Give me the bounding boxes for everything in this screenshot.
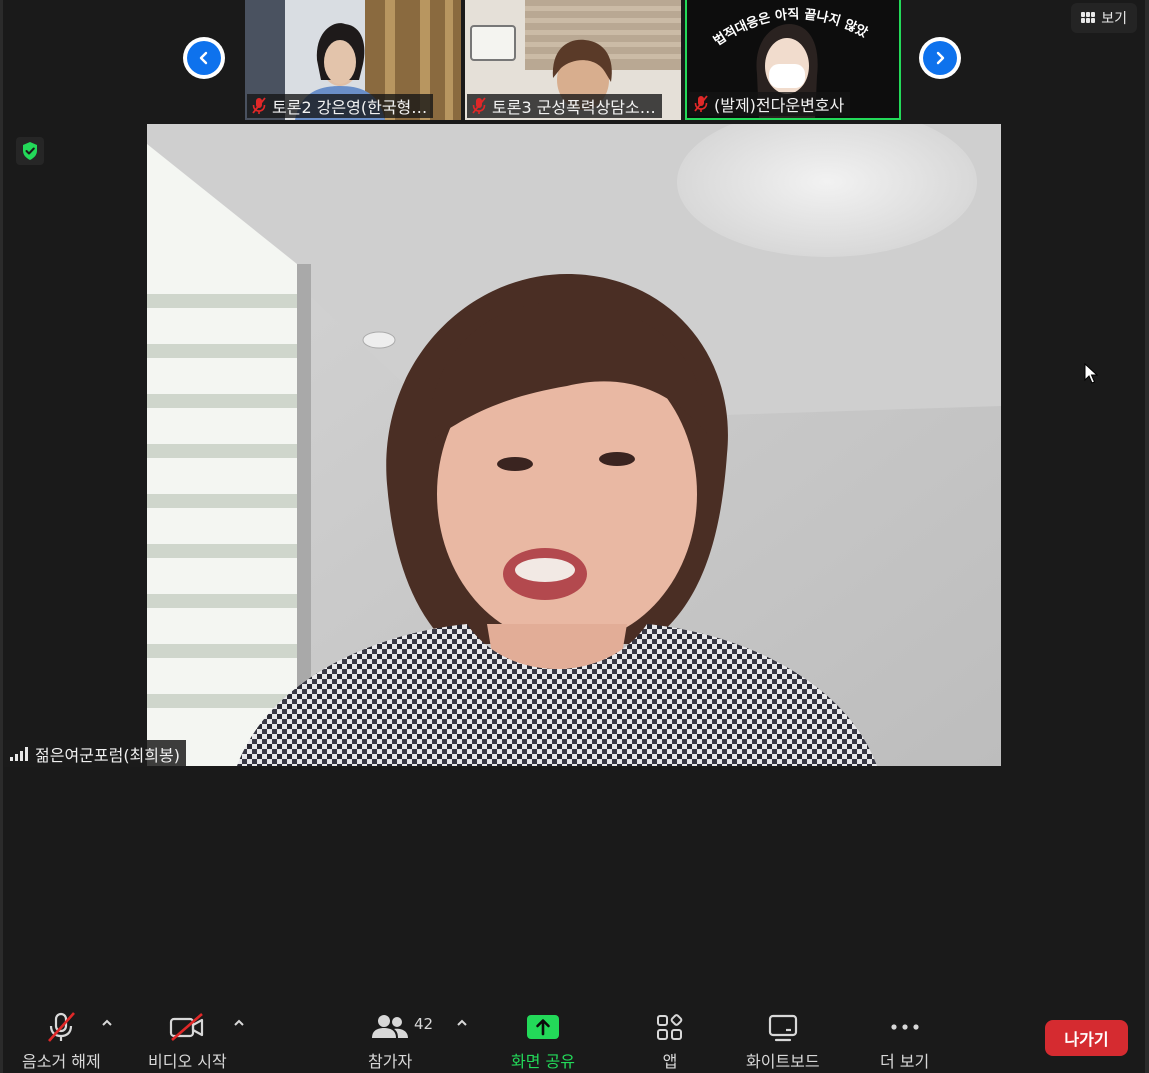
muted-mic-icon [472, 97, 486, 114]
main-speaker-video[interactable] [147, 124, 1001, 766]
participant-name: (발제)전다운변호사 [714, 96, 845, 115]
caret-up-icon[interactable] [100, 1018, 114, 1028]
participants-button[interactable]: 참가자 [368, 1010, 412, 1072]
next-page-button[interactable] [919, 37, 961, 79]
start-video-button[interactable]: 비디오 시작 [148, 1010, 227, 1072]
participant-name-label: 토론3 군성폭력상담소… [467, 94, 662, 118]
participant-thumbnail-active[interactable]: 법적대응은 아직 끝나지 않았다 (발제)전다운변호사 [685, 0, 901, 120]
unmute-label: 음소거 해제 [22, 1052, 101, 1071]
grid-icon [1081, 12, 1096, 24]
caret-up-icon[interactable] [232, 1018, 246, 1028]
cursor-icon [1084, 363, 1098, 384]
unmute-button[interactable]: 음소거 해제 [22, 1010, 101, 1072]
participants-icon [372, 1015, 409, 1038]
participant-name: 토론2 강은영(한국형… [272, 98, 428, 117]
share-screen-icon [526, 1015, 559, 1039]
whiteboard-icon [768, 1014, 797, 1042]
participant-thumbnail[interactable]: 토론3 군성폭력상담소… [465, 0, 681, 120]
muted-mic-icon [694, 95, 708, 112]
speaker-video-frame [147, 124, 1001, 766]
shield-icon[interactable] [16, 137, 44, 165]
window-frame-right [1145, 0, 1149, 1073]
leave-button[interactable]: 나가기 [1045, 1020, 1128, 1056]
view-button[interactable]: 보기 [1071, 3, 1137, 33]
chevron-left-icon [199, 51, 208, 65]
signal-icon [10, 746, 28, 761]
more-button[interactable]: 더 보기 [880, 1010, 929, 1072]
apps-label: 앱 [662, 1052, 678, 1071]
window-frame-left [0, 0, 3, 1073]
participants-label: 참가자 [368, 1052, 413, 1071]
participants-count: 42 [414, 1015, 434, 1033]
speaker-name-tag: 젊은여군포럼(최희봉) [4, 740, 186, 767]
caret-up-icon[interactable] [455, 1018, 469, 1028]
participant-name: 토론3 군성폭력상담소… [492, 98, 656, 117]
view-button-label: 보기 [1101, 11, 1127, 27]
mic-off-icon [48, 1012, 76, 1042]
chevron-right-icon [936, 51, 945, 65]
participant-thumbnail[interactable]: 토론2 강은영(한국형… [245, 0, 461, 120]
meeting-toolbar: 음소거 해제 비디오 시작 참가자 42 화면 공유 앱 화이트보드 더 보기 [0, 1000, 1149, 1073]
participant-name-label: (발제)전다운변호사 [689, 92, 851, 116]
previous-page-button[interactable] [183, 37, 225, 79]
speaker-name: 젊은여군포럼(최희봉) [35, 745, 180, 765]
video-off-icon [170, 1013, 204, 1041]
participant-name-label: 토론2 강은영(한국형… [247, 94, 434, 118]
start-video-label: 비디오 시작 [148, 1052, 227, 1071]
apps-button[interactable]: 앱 [656, 1010, 684, 1072]
whiteboard-button[interactable]: 화이트보드 [746, 1010, 820, 1072]
muted-mic-icon [252, 97, 266, 114]
more-label: 더 보기 [880, 1052, 930, 1071]
more-icon [891, 1024, 919, 1030]
share-screen-label: 화면 공유 [511, 1052, 575, 1071]
share-screen-button[interactable]: 화면 공유 [511, 1010, 575, 1072]
apps-icon [657, 1014, 683, 1040]
whiteboard-label: 화이트보드 [746, 1052, 820, 1071]
